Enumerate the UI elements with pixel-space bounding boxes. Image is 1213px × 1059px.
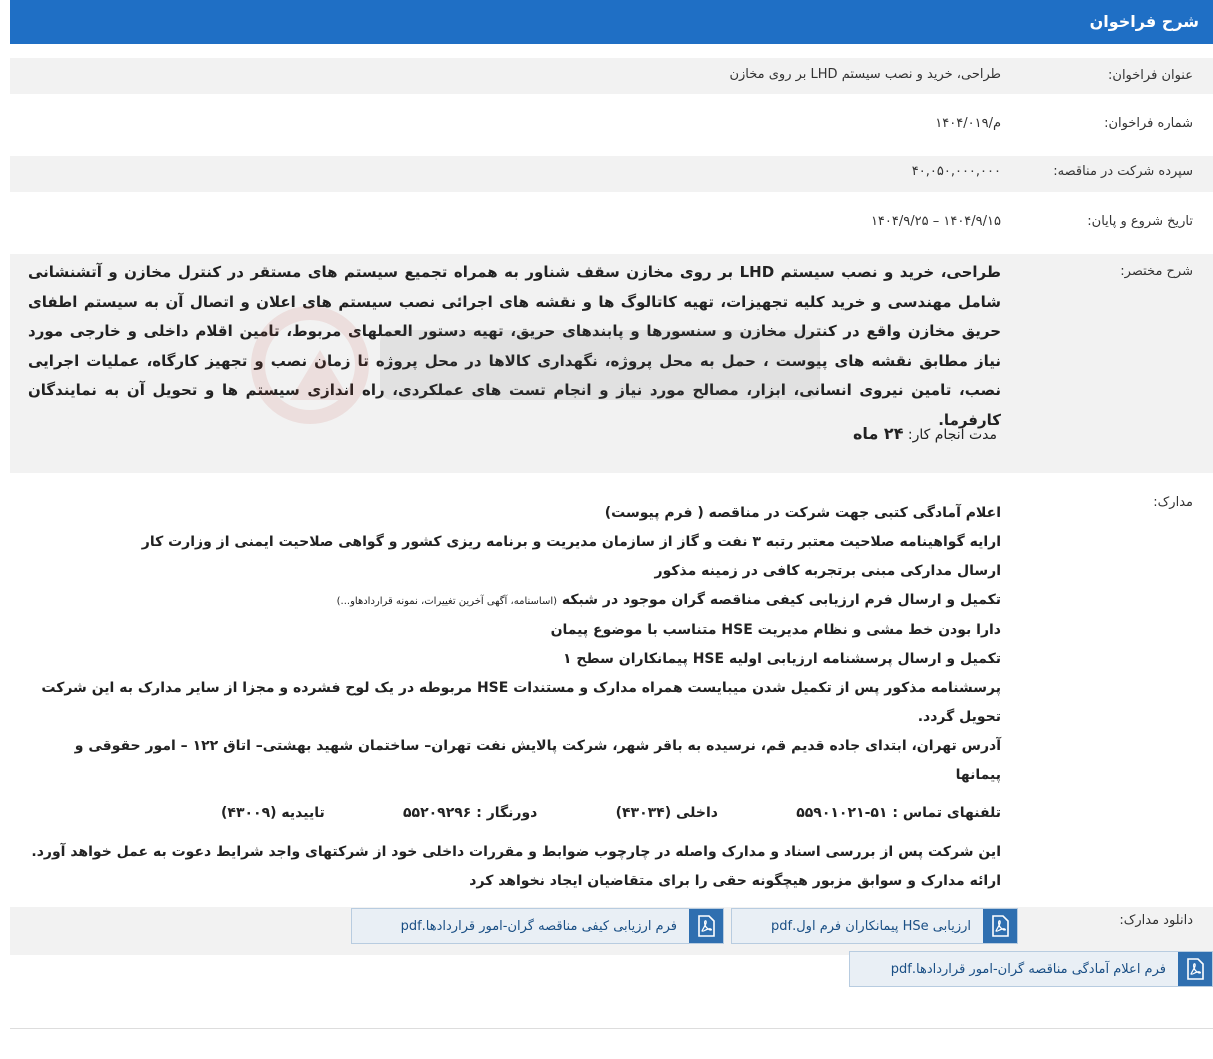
documents-label: مدارک: bbox=[1153, 495, 1193, 510]
title-value: طراحی، خرید و نصب سیستم LHD بر روی مخازن bbox=[729, 67, 1001, 82]
doc-line: دارا بودن خط مشی و نظام مدیریت HSE متناس… bbox=[550, 622, 1001, 638]
doc-line-note: (اساسنامه، آگهی آخرین تغییرات، نمونه قرا… bbox=[336, 596, 558, 607]
summary-label: شرح مختصر: bbox=[1120, 264, 1193, 279]
number-value: م/۱۴۰۴/۰۱۹ bbox=[935, 116, 1001, 131]
download-file-name: ارزیابی HSe پیمانکاران فرم اول.pdf bbox=[771, 918, 971, 934]
title-label: عنوان فراخوان: bbox=[1108, 68, 1193, 83]
row-documents: مدارک: اعلام آمادگی کتبی جهت شرکت در منا… bbox=[10, 475, 1213, 905]
download-quality-form-button[interactable]: فرم ارزیابی کیفی مناقصه گران-امور قراردا… bbox=[351, 908, 724, 944]
download-readiness-form-button[interactable]: فرم اعلام آمادگی مناقصه گران-امور قراردا… bbox=[849, 951, 1213, 987]
row-deposit: سپرده شرکت در مناقصه: ۴۰,۰۵۰,۰۰۰,۰۰۰ bbox=[10, 156, 1213, 192]
phone-internal: داخلی (۴۳۰۳۴) bbox=[615, 805, 718, 821]
download-label: دانلود مدارک: bbox=[1119, 913, 1193, 928]
pdf-file-icon bbox=[689, 909, 723, 943]
deposit-label: سپرده شرکت در مناقصه: bbox=[1053, 164, 1193, 179]
duration-label: مدت انجام کار: bbox=[907, 427, 997, 443]
documents-text: اعلام آمادگی کتبی جهت شرکت در مناقصه ( ف… bbox=[28, 499, 1001, 896]
deposit-value: ۴۰,۰۵۰,۰۰۰,۰۰۰ bbox=[911, 164, 1001, 179]
dates-label: تاریخ شروع و پایان: bbox=[1087, 214, 1193, 229]
doc-line: آدرس تهران، ابتدای جاده قدیم قم، نرسیده … bbox=[74, 738, 1001, 783]
confirm-number: تاییدیه (۴۳۰۰۹) bbox=[221, 805, 325, 821]
row-title: عنوان فراخوان: طراحی، خرید و نصب سیستم L… bbox=[10, 58, 1213, 94]
doc-line-main: تکمیل و ارسال فرم ارزیابی کیفی مناقصه گر… bbox=[561, 592, 1001, 608]
pdf-file-icon bbox=[983, 909, 1017, 943]
page-title: شرح فراخوان bbox=[1089, 12, 1199, 31]
download-hse-form-button[interactable]: ارزیابی HSe پیمانکاران فرم اول.pdf bbox=[731, 908, 1018, 944]
bottom-divider bbox=[10, 1028, 1213, 1029]
doc-line: اعلام آمادگی کتبی جهت شرکت در مناقصه ( ف… bbox=[604, 505, 1001, 521]
closing-note: این شرکت پس از بررسی اسناد و مدارک واصله… bbox=[31, 844, 1001, 889]
phone-main: تلفنهای تماس : ۵۱-۵۵۹۰۱۰۲۱ bbox=[796, 805, 1001, 821]
doc-line: تکمیل و ارسال فرم ارزیابی کیفی مناقصه گر… bbox=[28, 586, 1001, 616]
contact-phones: تلفنهای تماس : ۵۱-۵۵۹۰۱۰۲۱ داخلی (۴۳۰۳۴)… bbox=[221, 800, 1001, 826]
download-file-name: فرم اعلام آمادگی مناقصه گران-امور قراردا… bbox=[890, 961, 1166, 977]
duration-value: ۲۴ ماه bbox=[852, 424, 904, 443]
dates-value: ۱۴۰۴/۹/۱۵ – ۱۴۰۴/۹/۲۵ bbox=[870, 214, 1001, 229]
number-label: شماره فراخوان: bbox=[1104, 116, 1193, 131]
doc-line: ارایه گواهینامه صلاحیت معتبر رتبه ۳ نفت … bbox=[141, 534, 1001, 550]
summary-text: طراحی، خرید و نصب سیستم LHD بر روی مخازن… bbox=[28, 263, 1001, 429]
doc-line: ارسال مدارکی مبنی برتجربه کافی در زمینه … bbox=[654, 563, 1001, 579]
page-header: شرح فراخوان bbox=[10, 0, 1213, 44]
fax-number: دورنگار : ۵۵۲۰۹۲۹۶ bbox=[402, 805, 538, 821]
doc-line: پرسشنامه مذکور پس از تکمیل شدن میبایست ه… bbox=[41, 680, 1001, 725]
row-dates: تاریخ شروع و پایان: ۱۴۰۴/۹/۱۵ – ۱۴۰۴/۹/۲… bbox=[10, 204, 1213, 240]
row-number: شماره فراخوان: م/۱۴۰۴/۰۱۹ bbox=[10, 106, 1213, 142]
doc-line: تکمیل و ارسال پرسشنامه ارزیابی اولیه HSE… bbox=[562, 651, 1001, 667]
pdf-file-icon bbox=[1178, 952, 1212, 986]
duration: مدت انجام کار: ۲۴ ماه bbox=[853, 424, 997, 443]
row-summary: شرح مختصر: طراحی، خرید و نصب سیستم LHD ب… bbox=[10, 254, 1213, 473]
download-file-name: فرم ارزیابی کیفی مناقصه گران-امور قراردا… bbox=[400, 918, 677, 934]
